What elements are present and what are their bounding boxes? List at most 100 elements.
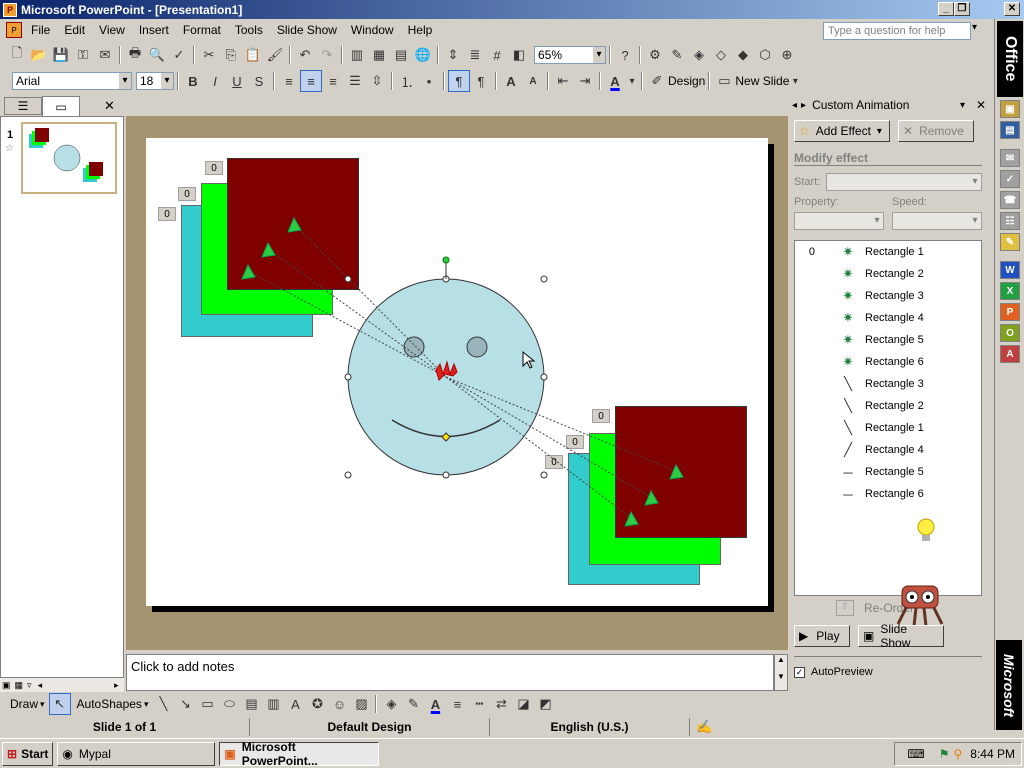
fill-color-icon[interactable]: ◈ [380,693,402,715]
outlook-icon[interactable]: O [1000,324,1020,342]
draw-menu[interactable]: Draw [10,697,38,711]
new-slide-icon[interactable]: ▭ [713,70,735,92]
network-icon[interactable]: ⚑ [939,747,950,761]
wordart-icon[interactable]: A [284,693,306,715]
expand-all-icon[interactable]: ⇕ [442,44,464,66]
shadow-style-icon[interactable]: ◪ [512,693,534,715]
office-assistant[interactable] [888,580,950,628]
rectangle-icon[interactable]: ▭ [196,693,218,715]
slide-thumbnail[interactable] [21,122,117,194]
excel-icon[interactable]: X [1000,282,1020,300]
rtl-icon[interactable]: ¶ [470,70,492,92]
design-icon[interactable]: ✐ [646,70,668,92]
slide-show-button[interactable]: ▣ Slide Show [858,622,944,650]
paste-icon[interactable]: 📋 [242,44,264,66]
office-note-icon[interactable]: ✎ [1000,233,1020,251]
word-icon[interactable]: W [1000,261,1020,279]
arrow-style-icon[interactable]: ⇄ [490,693,512,715]
powerpoint-shortcut-icon[interactable]: P [1000,303,1020,321]
clipart-icon[interactable]: ☺ [328,693,350,715]
grid-icon[interactable]: # [486,44,508,66]
undo-icon[interactable]: ↶ [294,44,316,66]
redo-icon[interactable]: ↷ [316,44,338,66]
underline-button[interactable]: U [226,70,248,92]
restore-button[interactable]: ❐ [954,2,970,16]
office-open-icon[interactable]: ▤ [1000,121,1020,139]
close-button[interactable]: ✕ [1004,2,1020,16]
increase-indent-icon[interactable]: ⇥ [574,70,596,92]
autopreview-checkbox[interactable]: ✓ [794,667,805,678]
start-select[interactable] [826,173,982,191]
sorter-view-icon[interactable]: ▦ [15,680,24,691]
back-icon[interactable]: ◂ [792,100,797,111]
copy-icon[interactable]: ⎘ [220,44,242,66]
align-left-icon[interactable]: ≡ [278,70,300,92]
arrow-icon[interactable]: ↘ [174,693,196,715]
add-remove-icon[interactable]: ⊕ [776,44,798,66]
list-item[interactable]: ╲ Rectangle 2 [795,395,981,417]
font-color-dropdown-icon[interactable]: ▾ [626,70,638,92]
shadow-button[interactable]: S [248,70,270,92]
line-color-icon[interactable]: ✎ [402,693,424,715]
menu-tools[interactable]: Tools [228,23,270,37]
slides-tab[interactable]: ▭ [42,96,80,116]
shapes4-icon[interactable]: ⬡ [754,44,776,66]
notes-scrollbar[interactable]: ▲ ▼ [774,654,788,691]
scroll-right-icon[interactable]: ▸ [114,680,119,691]
align-right-icon[interactable]: ≡ [322,70,344,92]
print-icon[interactable]: 🖶 [124,44,146,66]
italic-button[interactable]: I [204,70,226,92]
spelling-status-icon[interactable]: ✍ [696,719,712,735]
oval-icon[interactable]: ⬭ [218,693,240,715]
office-journal-icon[interactable]: ☷ [1000,212,1020,230]
list-item[interactable]: ─ Rectangle 6 [795,483,981,505]
numbering-icon[interactable]: ⒈ [396,70,418,92]
list-item[interactable]: ✷ Rectangle 4 [795,307,981,329]
menu-help[interactable]: Help [401,23,440,37]
notes-pane[interactable]: Click to add notes [126,654,774,691]
forward-icon[interactable]: ▸ [801,100,806,111]
menu-view[interactable]: View [92,23,132,37]
line-spacing-icon[interactable]: ⇳ [366,70,388,92]
scroll-down-icon[interactable]: ▼ [775,672,787,681]
shapes2-icon[interactable]: ◇ [710,44,732,66]
list-item[interactable]: ✷ Rectangle 6 [795,351,981,373]
ink-icon[interactable]: ✎ [666,44,688,66]
menu-edit[interactable]: Edit [57,23,92,37]
show-formatting-icon[interactable]: ≣ [464,44,486,66]
3d-style-icon[interactable]: ◩ [534,693,556,715]
taskbar-powerpoint[interactable]: ▣ Microsoft PowerPoint... [219,740,380,768]
task-pane-menu-icon[interactable]: ▾ [960,100,965,111]
permission-icon[interactable]: ⚿ [72,44,94,66]
slide-canvas[interactable]: 0 0 0 0 0 0 [146,138,768,606]
bold-button[interactable]: B [182,70,204,92]
normal-view-icon[interactable]: ▣ [2,680,11,691]
menu-file[interactable]: File [24,23,57,37]
email-icon[interactable]: ✉ [94,44,116,66]
insert-chart-icon[interactable]: ▥ [346,44,368,66]
grow-font-icon[interactable]: A [500,70,522,92]
scroll-left-icon[interactable]: ◂ [38,680,43,691]
line-style-icon[interactable]: ≡ [446,693,468,715]
tables-borders-icon[interactable]: ▤ [390,44,412,66]
slideshow-view-icon[interactable]: ▿ [27,680,32,691]
open-icon[interactable]: 📂 [28,44,50,66]
new-slide-button[interactable]: New Slide [735,74,789,88]
list-item[interactable]: ✷ Rectangle 5 [795,329,981,351]
office-task-icon[interactable]: ✓ [1000,170,1020,188]
align-center-icon[interactable]: ≡ [300,70,322,92]
reorder-up-icon[interactable]: ⇧ [836,600,854,616]
ask-dropdown-icon[interactable]: ▾ [972,22,977,33]
save-icon[interactable]: 💾 [50,44,72,66]
autoshapes-menu[interactable]: AutoShapes [77,697,142,711]
insert-table-icon[interactable]: ▦ [368,44,390,66]
office-new-icon[interactable]: ▣ [1000,100,1020,118]
add-effect-button[interactable]: ☆ Add Effect ▾ [794,120,890,142]
ltr-icon[interactable]: ¶ [448,70,470,92]
task-pane-close-icon[interactable]: ✕ [976,98,986,112]
list-item[interactable]: 0 ✷ Rectangle 1 [795,241,981,263]
font-size-select[interactable]: 18 [136,72,174,90]
pane-close-icon[interactable]: ✕ [104,98,115,114]
font-color-icon[interactable]: A [604,70,626,92]
cut-icon[interactable]: ✂ [198,44,220,66]
